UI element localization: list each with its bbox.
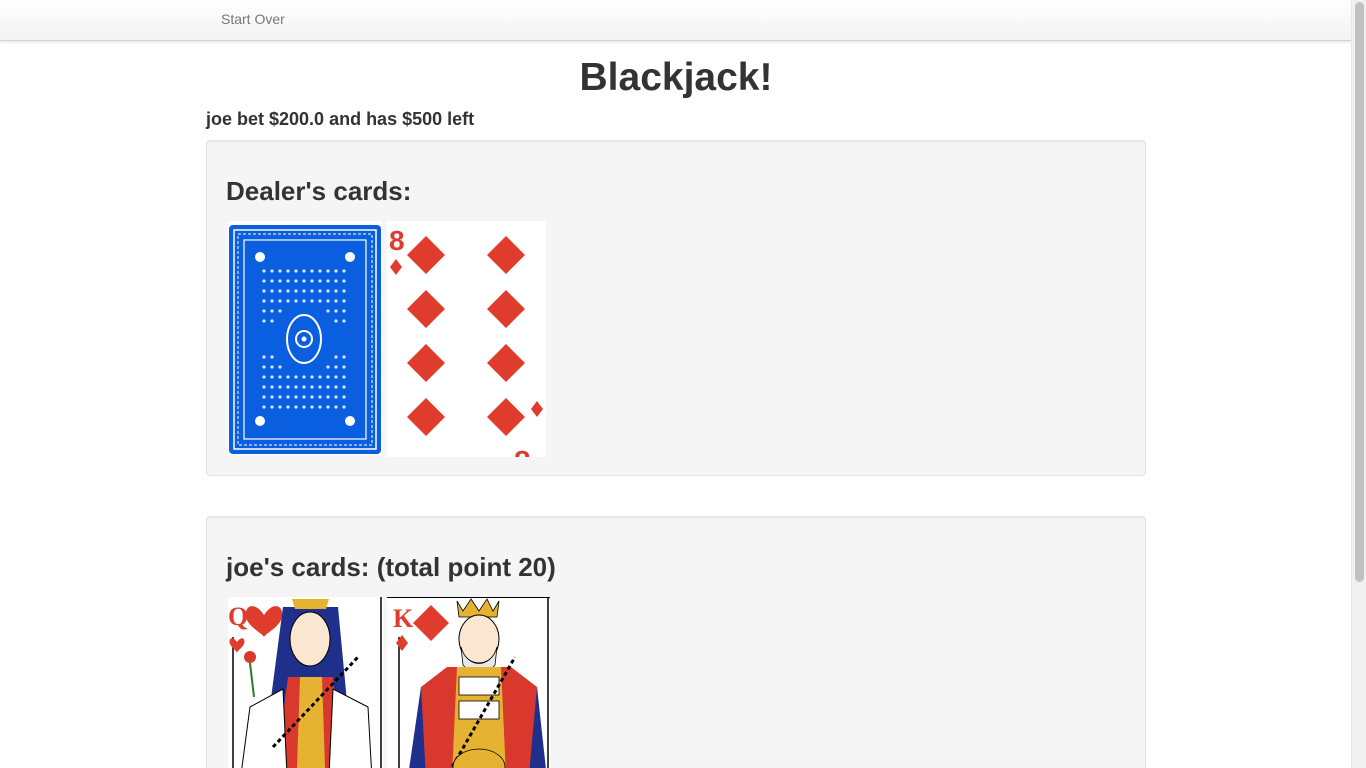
vertical-scrollbar[interactable] [1351,0,1366,768]
bet-status-text: joe bet $200.0 and has $500 left [206,109,475,129]
card-king-of-diamonds: K [387,597,550,768]
player-cards-heading: joe's cards: (total point 20) [226,552,556,582]
card-8-of-diamonds: 8 8 [387,221,546,457]
svg-text:Q: Q [228,602,248,631]
start-over-link[interactable]: Start Over [221,11,285,27]
page-title: Blackjack! [579,56,773,99]
svg-text:K: K [393,604,414,633]
player-cards-panel: joe's cards: (total point 20) Q K [206,516,1146,768]
svg-text:8: 8 [514,445,530,457]
top-navbar: Start Over [0,0,1351,41]
scrollbar-thumb[interactable] [1355,2,1364,582]
svg-text:8: 8 [389,225,405,256]
dealer-cards-heading: Dealer's cards: [226,176,412,206]
card-queen-of-hearts: Q [228,597,383,768]
card-back [228,221,382,455]
dealer-cards-panel: Dealer's cards: 8 [206,140,1146,476]
